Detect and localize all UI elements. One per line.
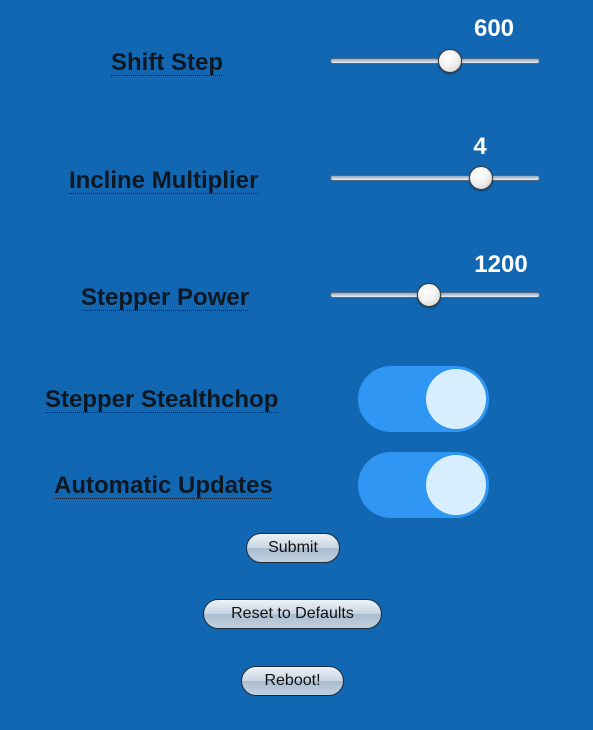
stepper-power-label: Stepper Power — [81, 284, 250, 311]
shift-step-slider[interactable] — [330, 49, 540, 74]
submit-button[interactable]: Submit — [246, 533, 340, 563]
stepper-power-value: 1200 — [474, 251, 528, 278]
reboot-button[interactable]: Reboot! — [241, 666, 344, 696]
reset-to-defaults-button[interactable]: Reset to Defaults — [203, 599, 382, 629]
incline-multiplier-slider-track[interactable] — [330, 175, 540, 181]
settings-page: Shift Step 600 Incline Multiplier 4 Step… — [0, 0, 593, 730]
shift-step-slider-thumb[interactable] — [437, 49, 462, 73]
incline-multiplier-value: 4 — [473, 133, 487, 160]
automatic-updates-label: Automatic Updates — [54, 472, 273, 499]
automatic-updates-toggle[interactable] — [358, 452, 489, 518]
stepper-power-slider[interactable] — [330, 283, 540, 308]
stepper-power-slider-thumb[interactable] — [416, 283, 441, 307]
stepper-stealthchop-label: Stepper Stealthchop — [45, 386, 279, 413]
stepper-stealthchop-toggle-knob[interactable] — [426, 369, 486, 429]
shift-step-label: Shift Step — [111, 49, 223, 76]
incline-multiplier-slider[interactable] — [330, 166, 540, 191]
incline-multiplier-slider-thumb[interactable] — [469, 166, 494, 190]
incline-multiplier-label: Incline Multiplier — [69, 167, 259, 194]
shift-step-slider-track[interactable] — [330, 58, 540, 64]
automatic-updates-toggle-knob[interactable] — [426, 455, 486, 515]
shift-step-value: 600 — [473, 15, 515, 42]
stepper-stealthchop-toggle[interactable] — [358, 366, 489, 432]
